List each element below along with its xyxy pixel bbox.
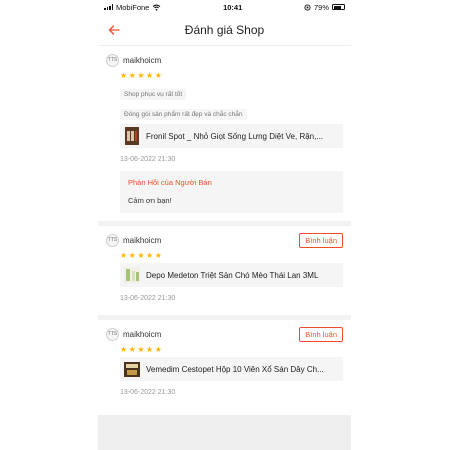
review-tag: Shop phục vụ rất tốt (120, 89, 187, 100)
status-left: MobiFone (104, 3, 161, 12)
product-link[interactable]: Depo Medeton Triệt Sản Chó Mèo Thái Lan … (120, 263, 343, 287)
star-icon: ★ (154, 251, 162, 260)
star-icon: ★ (146, 251, 154, 260)
review-card: TTS maikhoicm Bình luận ★ ★ ★ ★ ★ Vemedim Ce… (98, 320, 351, 414)
product-link[interactable]: Fronil Spot _ Nhỏ Giọt Sống Lưng Diệt Ve… (120, 124, 343, 148)
star-icon: ★ (120, 251, 128, 260)
battery-percent: 79% (313, 2, 329, 12)
comment-button[interactable]: Bình luận (299, 326, 343, 342)
star-icon: ★ (154, 71, 162, 80)
page-header: Đánh giá Shop (98, 14, 351, 46)
star-rating: ★ ★ ★ ★ ★ (120, 72, 343, 80)
review-date: 13-06-2022 21:30 (120, 295, 176, 302)
star-icon: ★ (137, 345, 145, 354)
review-card: TTS maikhoicm ★ ★ ★ ★ ★ Shop phục vụ rất tốt… (98, 46, 351, 226)
reviewer: TTS maikhoicm (106, 53, 162, 67)
reviewer-name: maikhoicm (123, 235, 162, 245)
star-icon: ★ (120, 71, 128, 80)
back-button[interactable] (104, 20, 124, 40)
empty-area (98, 415, 351, 450)
seller-reply-text: Cảm ơn bạn! (128, 196, 172, 205)
reviewer: TTS maikhoicm (106, 233, 162, 247)
star-icon: ★ (137, 71, 145, 80)
star-icon: ★ (128, 345, 136, 354)
orientation-lock-icon (304, 3, 311, 11)
review-user-row: TTS maikhoicm Bình luận (106, 232, 343, 248)
comment-button[interactable]: Bình luận (299, 232, 343, 248)
clock: 10:41 (223, 2, 243, 12)
avatar: TTS (106, 53, 119, 67)
review-date: 13-06-2022 21:30 (120, 156, 176, 163)
battery-icon (332, 4, 345, 10)
avatar: TTS (106, 233, 119, 247)
star-rating: ★ ★ ★ ★ ★ (120, 346, 343, 354)
status-right: 79% (304, 3, 345, 12)
arrow-left-icon (108, 25, 120, 35)
review-date: 13-06-2022 21:30 (120, 389, 176, 396)
review-user-row: TTS maikhoicm Bình luận (106, 326, 343, 342)
review-tags: Shop phục vụ rất tốt Đóng gói sản phẩm r… (120, 83, 343, 123)
product-name: Fronil Spot _ Nhỏ Giọt Sống Lưng Diệt Ve… (146, 131, 324, 141)
wifi-icon (153, 4, 161, 11)
star-icon: ★ (146, 345, 154, 354)
star-rating: ★ ★ ★ ★ ★ (120, 252, 343, 260)
star-icon: ★ (128, 251, 136, 260)
signal-icon (104, 4, 113, 10)
review-tag: Đóng gói sản phẩm rất đẹp và chắc chắn (120, 109, 247, 120)
product-name: Vemedim Cestopet Hộp 10 Viên Xổ Sán Dây … (146, 364, 324, 374)
carrier-name: MobiFone (116, 2, 150, 12)
page-title: Đánh giá Shop (184, 22, 265, 37)
product-name: Depo Medeton Triệt Sản Chó Mèo Thái Lan … (146, 270, 319, 280)
battery-fill (333, 5, 342, 9)
phone-screen: MobiFone 10:41 79% Đánh giá Shop TTS mai… (98, 0, 351, 450)
product-thumbnail (124, 265, 140, 285)
star-icon: ★ (128, 71, 136, 80)
avatar: TTS (106, 327, 119, 341)
review-card: TTS maikhoicm Bình luận ★ ★ ★ ★ ★ Depo Medet… (98, 226, 351, 320)
product-link[interactable]: Vemedim Cestopet Hộp 10 Viên Xổ Sán Dây … (120, 357, 343, 381)
reviewer-name: maikhoicm (123, 55, 162, 65)
product-thumbnail (124, 126, 140, 146)
reviewer-name: maikhoicm (123, 329, 162, 339)
status-bar: MobiFone 10:41 79% (98, 0, 351, 14)
reviewer: TTS maikhoicm (106, 327, 162, 341)
star-icon: ★ (137, 251, 145, 260)
star-icon: ★ (154, 345, 162, 354)
star-icon: ★ (146, 71, 154, 80)
seller-reply: Phản Hồi của Người Bán Cảm ơn bạn! (120, 171, 343, 213)
review-user-row: TTS maikhoicm (106, 52, 343, 68)
star-icon: ★ (120, 345, 128, 354)
seller-reply-title: Phản Hồi của Người Bán (128, 178, 212, 187)
product-thumbnail (124, 359, 140, 379)
